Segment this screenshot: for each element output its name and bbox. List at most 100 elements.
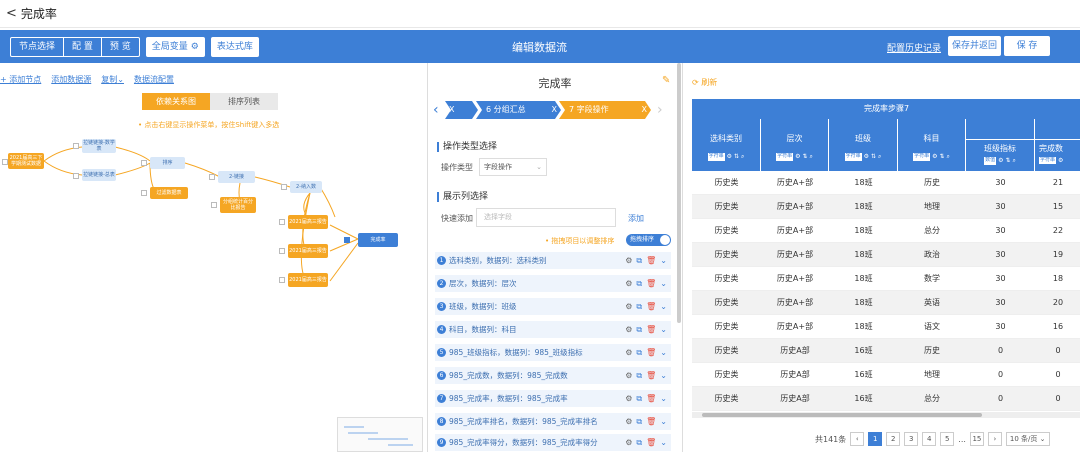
list-item[interactable]: 5 985_班级指标，数据列：985_班级指标 ⚙ ⧉ 🗑 ⌄ <box>435 344 671 361</box>
chevron-left-icon[interactable]: ‹ <box>850 432 865 446</box>
gear-icon[interactable]: ⚙ <box>625 371 632 381</box>
flow-node[interactable]: 2021届高三下学期测试数据 <box>8 153 44 169</box>
gear-icon[interactable]: ⚙ <box>625 256 632 266</box>
sort-icon[interactable]: ⇅ <box>803 153 808 161</box>
flow-node[interactable]: 2021届高三报告 <box>288 215 328 229</box>
page-2[interactable]: 2 <box>886 432 901 446</box>
sort-icon[interactable]: ⇅ <box>734 153 739 161</box>
trash-icon[interactable]: 🗑 <box>646 438 656 448</box>
table-row[interactable]: 历史类 历史A+部 18班 政治 30 19 <box>692 243 1080 267</box>
trash-icon[interactable]: 🗑 <box>646 302 656 312</box>
copy-icon[interactable]: ⧉ <box>636 348 642 358</box>
chevron-down-icon[interactable]: ⌄ <box>660 417 667 427</box>
flow-node[interactable]: 拉链链接-总表 <box>82 169 116 181</box>
chevron-right-icon[interactable]: › <box>987 432 1002 446</box>
trash-icon[interactable]: 🗑 <box>646 371 656 381</box>
flow-node[interactable]: 2-纳入数 <box>290 181 322 193</box>
page-1[interactable]: 1 <box>868 432 883 446</box>
chevron-down-icon[interactable]: ⌄ <box>660 394 667 404</box>
refresh-button[interactable]: ⟳ 刷新 <box>692 77 717 88</box>
search-icon[interactable]: ⌕ <box>810 153 813 161</box>
list-item[interactable]: 2 层次，数据列：层次 ⚙ ⧉ 🗑 ⌄ <box>435 275 671 292</box>
chevron-down-icon[interactable]: ⌄ <box>660 371 667 381</box>
chevron-down-icon[interactable]: ⌄ <box>660 256 667 266</box>
gear-icon[interactable]: ⚙ <box>932 153 937 161</box>
node-checkbox[interactable] <box>209 174 215 180</box>
copy-link[interactable]: 复制⌄ <box>101 74 124 85</box>
copy-icon[interactable]: ⧉ <box>636 325 642 335</box>
history-link[interactable]: 配置历史记录 <box>887 41 941 54</box>
gear-icon[interactable]: ⚙ <box>727 153 732 161</box>
copy-icon[interactable]: ⧉ <box>636 371 642 381</box>
node-checkbox[interactable] <box>279 277 285 283</box>
search-icon[interactable]: ⌕ <box>741 153 744 161</box>
list-item[interactable]: 1 选科类别，数据列：选科类别 ⚙ ⧉ 🗑 ⌄ <box>435 252 671 269</box>
copy-icon[interactable]: ⧉ <box>636 279 642 289</box>
flow-node[interactable]: 2021届高三报告 <box>288 273 328 287</box>
list-item[interactable]: 4 科目，数据列：科目 ⚙ ⧉ 🗑 ⌄ <box>435 321 671 338</box>
flow-node[interactable]: 2021届高三报告 <box>288 244 328 258</box>
table-row[interactable]: 历史类 历史A+部 18班 语文 30 16 <box>692 315 1080 339</box>
close-icon[interactable]: X <box>642 101 647 119</box>
drag-sort-toggle[interactable]: 拖拽排序 <box>626 234 671 246</box>
gear-icon[interactable]: ⚙ <box>625 279 632 289</box>
flow-node[interactable]: 分组统计百分比报告 <box>220 197 256 213</box>
copy-icon[interactable]: ⧉ <box>636 302 642 312</box>
trash-icon[interactable]: 🗑 <box>646 394 656 404</box>
table-row[interactable]: 历史类 历史A+部 18班 历史 30 21 <box>692 171 1080 195</box>
node-checkbox[interactable] <box>141 190 147 196</box>
quick-add-field[interactable]: 选择字段 <box>476 208 616 227</box>
global-var-button[interactable]: 全局变量 ⚙ <box>145 36 205 57</box>
node-checkbox[interactable] <box>279 219 285 225</box>
chevron-down-icon[interactable]: ⌄ <box>660 279 667 289</box>
page-4[interactable]: 4 <box>922 432 937 446</box>
search-icon[interactable]: ⌕ <box>1013 157 1016 165</box>
segment-node-select[interactable]: 节点选择 <box>11 37 65 56</box>
gear-icon[interactable]: ⚙ <box>864 153 869 161</box>
node-checkbox[interactable] <box>211 202 217 208</box>
sort-icon[interactable]: ⇅ <box>940 153 945 161</box>
gear-icon[interactable]: ⚙ <box>625 302 632 312</box>
vertical-scrollbar[interactable] <box>677 63 681 323</box>
trash-icon[interactable]: 🗑 <box>646 279 656 289</box>
page-size-select[interactable]: 10 条/页 ⌄ <box>1005 432 1050 446</box>
gear-icon[interactable]: ⚙ <box>625 394 632 404</box>
table-row[interactable]: 历史类 历史A+部 18班 英语 30 20 <box>692 291 1080 315</box>
chevron-down-icon[interactable]: ⌄ <box>660 302 667 312</box>
table-row[interactable]: 历史类 历史A+部 18班 地理 30 15 <box>692 195 1080 219</box>
gear-icon[interactable]: ⚙ <box>625 348 632 358</box>
flow-node[interactable]: 2-链接 <box>218 171 255 183</box>
horizontal-scrollbar[interactable] <box>692 412 1080 418</box>
tab-sort-list[interactable]: 排序列表 <box>210 93 278 110</box>
chevron-down-icon[interactable]: ⌄ <box>660 438 667 448</box>
table-row[interactable]: 历史类 历史A部 16班 总分 0 0 <box>692 387 1080 411</box>
table-row[interactable]: 历史类 历史A+部 18班 总分 30 22 <box>692 219 1080 243</box>
flow-node[interactable]: 拉链链接-数学表 <box>82 139 116 153</box>
sort-icon[interactable]: ⇅ <box>871 153 876 161</box>
list-item[interactable]: 7 985_完成率，数据列：985_完成率 ⚙ ⧉ 🗑 ⌄ <box>435 390 671 407</box>
chevron-right-icon[interactable]: › <box>657 102 669 118</box>
copy-icon[interactable]: ⧉ <box>636 394 642 404</box>
node-checkbox[interactable] <box>2 159 8 165</box>
segment-config[interactable]: 配 置 <box>64 37 102 56</box>
trash-icon[interactable]: 🗑 <box>646 417 656 427</box>
node-checkbox[interactable] <box>279 248 285 254</box>
trash-icon[interactable]: 🗑 <box>646 348 656 358</box>
node-checkbox-checked[interactable] <box>344 237 350 243</box>
expr-test-button[interactable]: 表达式库 <box>210 36 259 57</box>
flow-node[interactable]: 过滤数据表 <box>150 187 188 199</box>
flow-config-link[interactable]: 数据流配置 <box>134 74 174 85</box>
page-3[interactable]: 3 <box>904 432 919 446</box>
copy-icon[interactable]: ⧉ <box>636 417 642 427</box>
node-checkbox[interactable] <box>73 173 79 179</box>
list-item[interactable]: 3 班级，数据列：班级 ⚙ ⧉ 🗑 ⌄ <box>435 298 671 315</box>
node-checkbox[interactable] <box>281 184 287 190</box>
list-item[interactable]: 6 985_完成数，数据列：985_完成数 ⚙ ⧉ 🗑 ⌄ <box>435 367 671 384</box>
table-row[interactable]: 历史类 历史A+部 18班 数学 30 18 <box>692 267 1080 291</box>
save-button[interactable]: 保 存 <box>1004 36 1050 56</box>
flow-minimap[interactable] <box>337 417 423 452</box>
gear-icon[interactable]: ⚙ <box>795 153 800 161</box>
chevron-left-icon[interactable]: ‹ <box>433 102 445 118</box>
table-row[interactable]: 历史类 历史A部 16班 地理 0 0 <box>692 363 1080 387</box>
gear-icon[interactable]: ⚙ <box>625 417 632 427</box>
